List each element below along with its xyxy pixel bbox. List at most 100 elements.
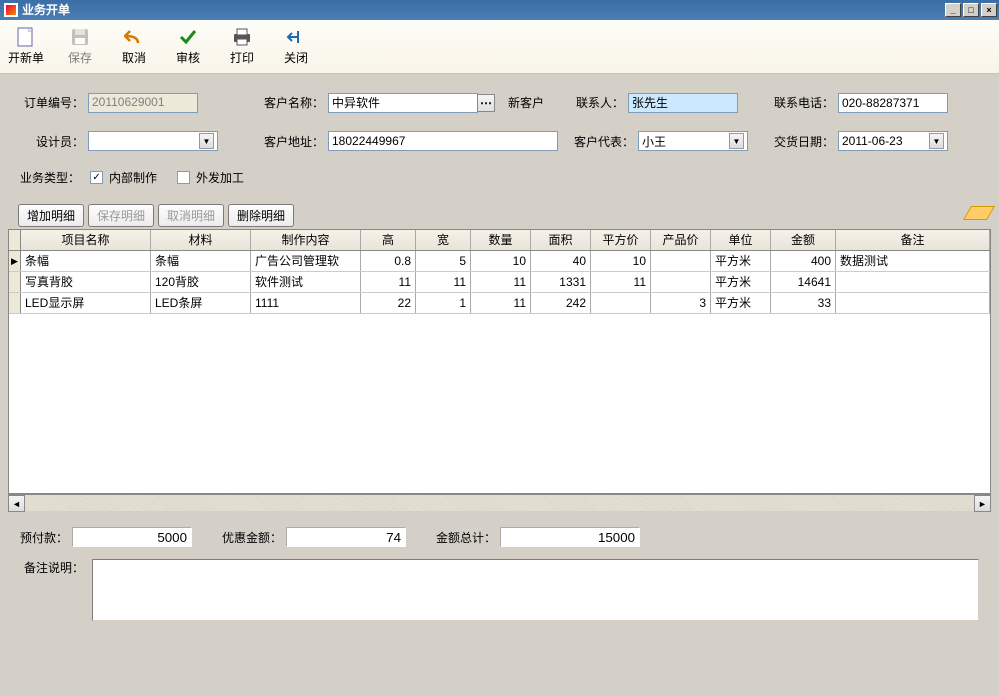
cell-area[interactable]: 242 xyxy=(531,293,591,313)
delivery-date-picker[interactable]: 2011-06-23 ▼ xyxy=(838,131,948,151)
close-window-button[interactable]: × xyxy=(981,3,997,17)
col-unit[interactable]: 单位 xyxy=(711,230,771,250)
col-qty[interactable]: 数量 xyxy=(471,230,531,250)
cell-content[interactable]: 广告公司管理软 xyxy=(251,251,361,271)
cell-content[interactable]: 1111 xyxy=(251,293,361,313)
cust-lookup-button[interactable]: ⋯ xyxy=(477,94,495,112)
row-indicator: ▶ xyxy=(9,251,21,271)
new-order-button[interactable]: 开新单 xyxy=(8,27,44,66)
exit-icon xyxy=(286,27,306,47)
chevron-down-icon: ▼ xyxy=(199,133,214,149)
delete-detail-button[interactable]: 删除明细 xyxy=(228,204,294,227)
scroll-track[interactable] xyxy=(25,495,974,511)
add-detail-button[interactable]: 增加明细 xyxy=(18,204,84,227)
cell-width[interactable]: 5 xyxy=(416,251,471,271)
scroll-right-button[interactable]: ► xyxy=(974,495,991,512)
discount-field[interactable] xyxy=(286,527,406,547)
cell-note[interactable] xyxy=(836,272,990,292)
phone-field[interactable] xyxy=(838,93,948,113)
save-detail-button: 保存明细 xyxy=(88,204,154,227)
close-button[interactable]: 关闭 xyxy=(278,27,314,66)
cell-height[interactable]: 11 xyxy=(361,272,416,292)
cust-rep-label: 客户代表： xyxy=(570,133,634,150)
designer-combo[interactable]: ▼ xyxy=(88,131,218,151)
phone-label: 联系电话： xyxy=(770,94,834,111)
new-customer-button[interactable]: 新客户 xyxy=(503,92,549,113)
titlebar: 业务开单 _ □ × xyxy=(0,0,999,20)
outsource-label: 外发加工 xyxy=(196,169,244,186)
audit-button[interactable]: 审核 xyxy=(170,27,206,66)
biz-type-label: 业务类型： xyxy=(20,169,80,186)
cell-prodprice[interactable] xyxy=(651,272,711,292)
designer-label: 设计员： xyxy=(20,133,84,150)
cell-area[interactable]: 40 xyxy=(531,251,591,271)
table-row[interactable]: LED显示屏LED条屏1111221112423平方米33 xyxy=(9,293,990,314)
row-indicator xyxy=(9,293,21,313)
col-sqprice[interactable]: 平方价 xyxy=(591,230,651,250)
order-no-label: 订单编号： xyxy=(20,94,84,111)
col-area[interactable]: 面积 xyxy=(531,230,591,250)
table-row[interactable]: ▶条幅条幅广告公司管理软0.85104010平方米400数据测试 xyxy=(9,251,990,272)
row-indicator xyxy=(9,272,21,292)
cell-unit[interactable]: 平方米 xyxy=(711,251,771,271)
cell-amount[interactable]: 33 xyxy=(771,293,836,313)
col-height[interactable]: 高 xyxy=(361,230,416,250)
print-button[interactable]: 打印 xyxy=(224,27,260,66)
cell-material[interactable]: 条幅 xyxy=(151,251,251,271)
cell-project[interactable]: LED显示屏 xyxy=(21,293,151,313)
cell-note[interactable]: 数据测试 xyxy=(836,251,990,271)
contact-field[interactable] xyxy=(628,93,738,113)
cell-width[interactable]: 11 xyxy=(416,272,471,292)
cell-amount[interactable]: 400 xyxy=(771,251,836,271)
cust-name-label: 客户名称： xyxy=(260,94,324,111)
check-icon xyxy=(178,27,198,47)
detail-grid: 项目名称 材料 制作内容 高 宽 数量 面积 平方价 产品价 单位 金额 备注 … xyxy=(8,229,991,494)
remarks-field[interactable] xyxy=(92,559,979,621)
maximize-button[interactable]: □ xyxy=(963,3,979,17)
cell-qty[interactable]: 10 xyxy=(471,251,531,271)
cell-material[interactable]: 120背胶 xyxy=(151,272,251,292)
col-project[interactable]: 项目名称 xyxy=(21,230,151,250)
cell-qty[interactable]: 11 xyxy=(471,272,531,292)
cell-width[interactable]: 1 xyxy=(416,293,471,313)
prepay-field[interactable] xyxy=(72,527,192,547)
internal-checkbox[interactable]: ✓ xyxy=(90,171,103,184)
col-material[interactable]: 材料 xyxy=(151,230,251,250)
table-row[interactable]: 写真背胶120背胶软件测试111111133111平方米14641 xyxy=(9,272,990,293)
chevron-down-icon: ▼ xyxy=(929,133,944,149)
cell-prodprice[interactable] xyxy=(651,251,711,271)
cell-material[interactable]: LED条屏 xyxy=(151,293,251,313)
cell-project[interactable]: 条幅 xyxy=(21,251,151,271)
cell-qty[interactable]: 11 xyxy=(471,293,531,313)
col-content[interactable]: 制作内容 xyxy=(251,230,361,250)
cell-project[interactable]: 写真背胶 xyxy=(21,272,151,292)
remarks-label: 备注说明： xyxy=(20,559,84,576)
cell-area[interactable]: 1331 xyxy=(531,272,591,292)
total-field[interactable] xyxy=(500,527,640,547)
cell-sqprice[interactable]: 10 xyxy=(591,251,651,271)
cust-addr-field[interactable] xyxy=(328,131,558,151)
cell-sqprice[interactable] xyxy=(591,293,651,313)
col-prodprice[interactable]: 产品价 xyxy=(651,230,711,250)
cell-sqprice[interactable]: 11 xyxy=(591,272,651,292)
cell-prodprice[interactable]: 3 xyxy=(651,293,711,313)
col-amount[interactable]: 金额 xyxy=(771,230,836,250)
cell-amount[interactable]: 14641 xyxy=(771,272,836,292)
minimize-button[interactable]: _ xyxy=(945,3,961,17)
cell-height[interactable]: 22 xyxy=(361,293,416,313)
cell-note[interactable] xyxy=(836,293,990,313)
outsource-checkbox[interactable] xyxy=(177,171,190,184)
undo-icon xyxy=(124,27,144,47)
col-width[interactable]: 宽 xyxy=(416,230,471,250)
cust-name-field[interactable] xyxy=(328,93,478,113)
internal-label: 内部制作 xyxy=(109,169,157,186)
row-indicator-header xyxy=(9,230,21,250)
cancel-button[interactable]: 取消 xyxy=(116,27,152,66)
cell-unit[interactable]: 平方米 xyxy=(711,293,771,313)
col-note[interactable]: 备注 xyxy=(836,230,990,250)
cust-rep-combo[interactable]: 小王 ▼ xyxy=(638,131,748,151)
cell-height[interactable]: 0.8 xyxy=(361,251,416,271)
scroll-left-button[interactable]: ◄ xyxy=(8,495,25,512)
cell-content[interactable]: 软件测试 xyxy=(251,272,361,292)
cell-unit[interactable]: 平方米 xyxy=(711,272,771,292)
